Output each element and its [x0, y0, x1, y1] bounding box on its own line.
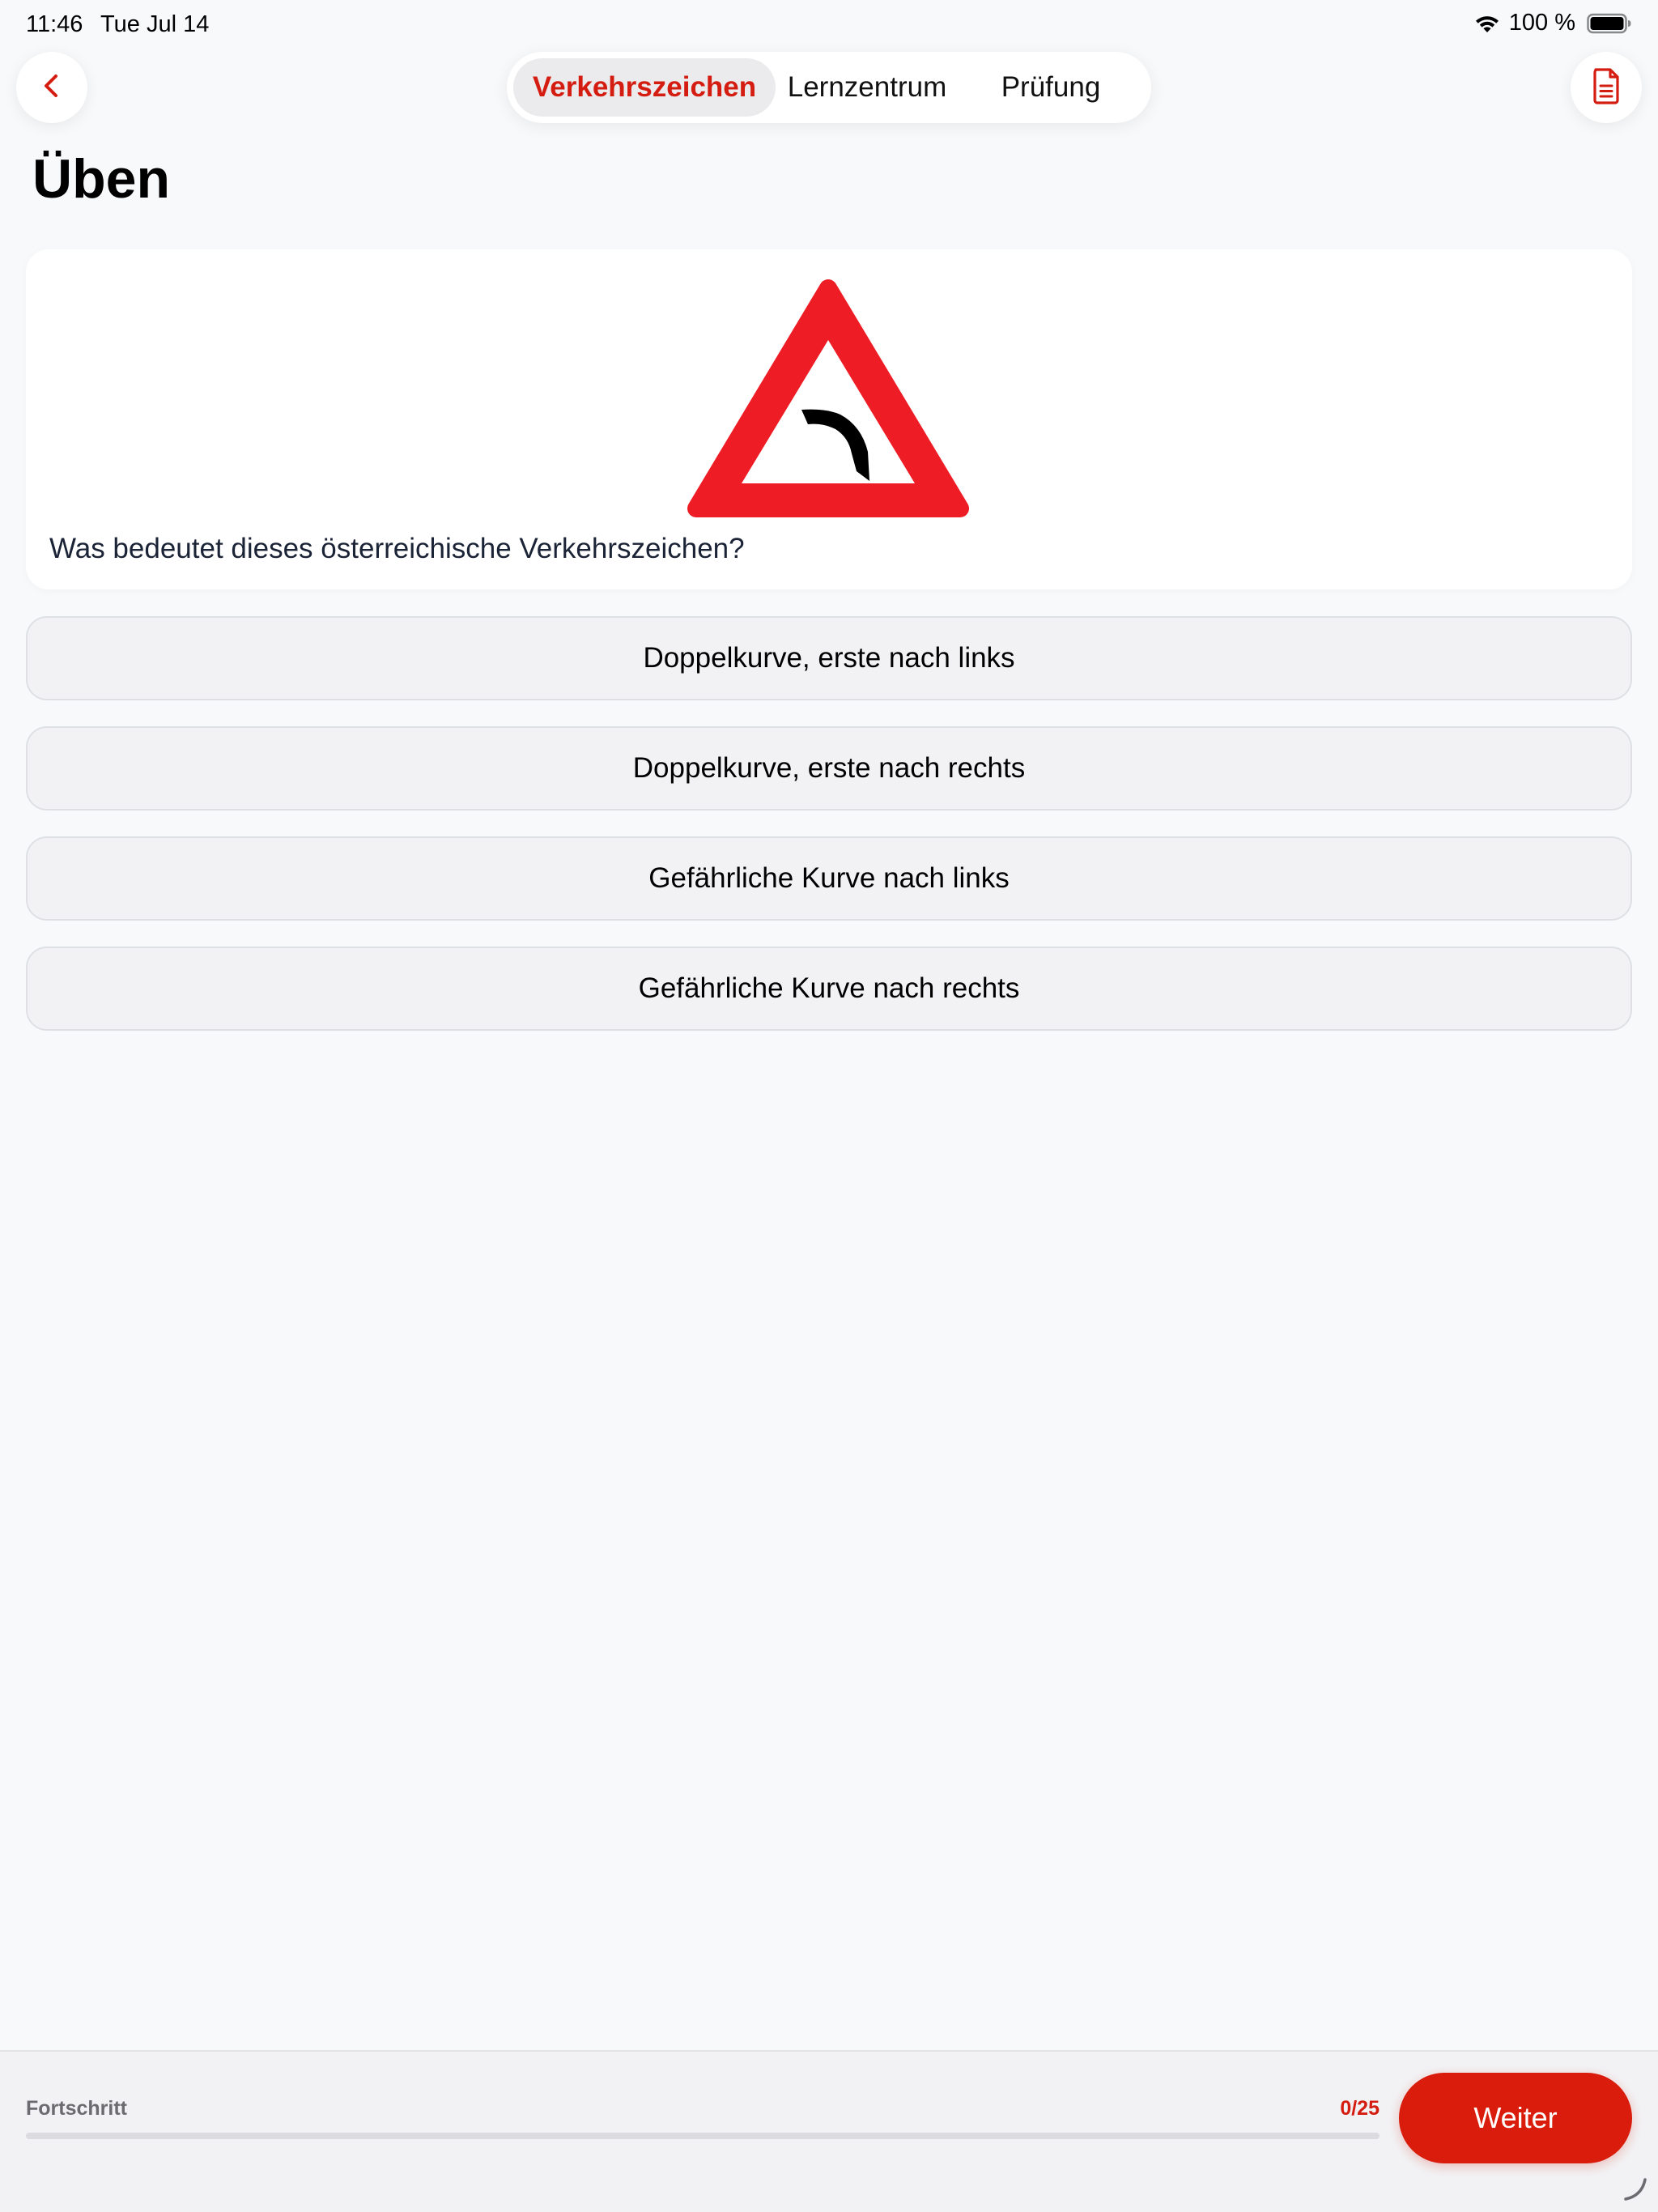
status-bar: 11:46 Tue Jul 14 100 % [0, 0, 1658, 52]
answer-option[interactable]: Gefährliche Kurve nach rechts [26, 946, 1632, 1031]
progress-count: 0/25 [1340, 2097, 1380, 2120]
warning-sign-curve-left-icon [687, 269, 970, 520]
question-text: Was bedeutet dieses österreichische Verk… [49, 533, 745, 564]
chevron-left-icon [36, 70, 68, 106]
battery-icon [1587, 13, 1632, 34]
resize-handle-icon[interactable] [1619, 2173, 1648, 2202]
tab-lernzentrum[interactable]: Lernzentrum [782, 58, 952, 117]
status-time: 11:46 [26, 11, 83, 37]
question-card: Was bedeutet dieses österreichische Verk… [26, 249, 1632, 589]
progress-label: Fortschritt [26, 2097, 127, 2120]
answer-option[interactable]: Gefährliche Kurve nach links [26, 836, 1632, 921]
answer-option[interactable]: Doppelkurve, erste nach links [26, 616, 1632, 700]
battery-percent: 100 % [1508, 10, 1575, 36]
status-date: Tue Jul 14 [100, 11, 210, 37]
footer-bar: Fortschritt 0/25 Weiter [0, 2050, 1658, 2212]
segmented-control: Verkehrszeichen Lernzentrum Prüfung [507, 52, 1151, 123]
wifi-icon [1473, 13, 1501, 34]
document-button[interactable] [1571, 52, 1642, 123]
progress-bar [26, 2133, 1380, 2139]
tab-pruefung[interactable]: Prüfung [957, 58, 1145, 117]
next-button[interactable]: Weiter [1399, 2073, 1632, 2163]
page-title: Üben [32, 148, 170, 210]
back-button[interactable] [16, 52, 87, 123]
document-icon [1588, 66, 1624, 109]
status-indicators: 100 % [1473, 10, 1632, 36]
answer-option[interactable]: Doppelkurve, erste nach rechts [26, 726, 1632, 810]
tab-verkehrszeichen[interactable]: Verkehrszeichen [513, 58, 776, 117]
